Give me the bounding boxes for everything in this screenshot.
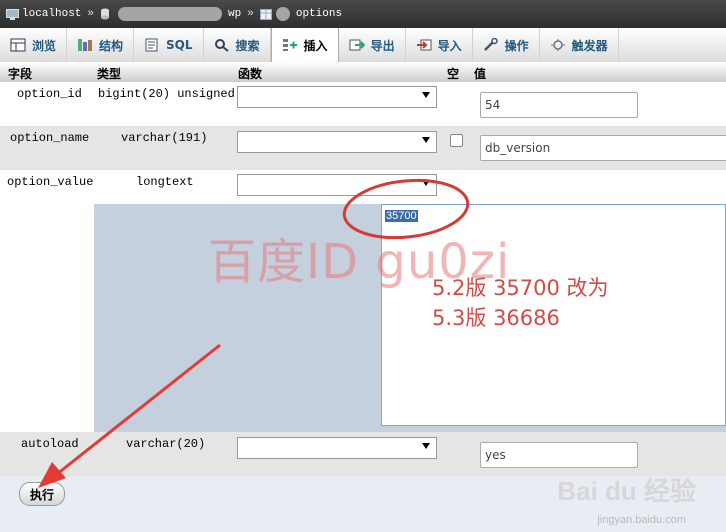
field-name: option_value	[7, 175, 94, 189]
column-function: 函数	[238, 67, 263, 81]
function-select[interactable]	[237, 174, 437, 196]
structure-icon	[78, 39, 93, 51]
tab-triggers[interactable]: 触发器	[540, 28, 619, 62]
function-select[interactable]	[237, 86, 437, 108]
import-icon	[416, 39, 432, 51]
tab-bar: 浏览 结构 SQL 搜索 插入 导出 导入 操作 触发器	[0, 28, 726, 63]
breadcrumb: localhost » wp » options	[0, 0, 726, 28]
breadcrumb-database[interactable]: wp	[228, 8, 241, 20]
table-row: option_name varchar(191) db_version	[0, 126, 726, 170]
value-input[interactable]: yes	[480, 442, 638, 468]
operations-icon	[483, 38, 498, 51]
tab-import[interactable]: 导入	[406, 28, 473, 62]
tab-search[interactable]: 搜索	[204, 28, 271, 62]
tab-sql[interactable]: SQL	[134, 28, 204, 62]
tab-insert[interactable]: 插入	[270, 28, 339, 62]
chevron-down-icon	[422, 180, 430, 186]
field-type: bigint(20) unsigned	[98, 87, 235, 101]
field-type: longtext	[136, 175, 194, 189]
null-checkbox[interactable]	[450, 134, 463, 147]
database-icon	[101, 8, 110, 20]
field-name: option_name	[10, 131, 90, 145]
table-row: option_id bigint(20) unsigned 54	[0, 82, 726, 126]
tab-operations[interactable]: 操作	[473, 28, 540, 62]
table-header: 字段 类型 函数 空 值	[0, 62, 726, 83]
column-type: 类型	[97, 67, 122, 81]
chevron-down-icon	[422, 92, 430, 98]
field-name: autoload	[21, 437, 79, 451]
field-name: option_id	[17, 87, 82, 101]
chevron-down-icon	[422, 137, 430, 143]
function-select[interactable]	[237, 131, 437, 153]
redacted-region	[118, 7, 223, 21]
server-icon	[6, 8, 19, 20]
field-type: varchar(20)	[126, 437, 206, 451]
selected-text: 35700	[385, 210, 418, 222]
tab-export[interactable]: 导出	[339, 28, 406, 62]
breadcrumb-server[interactable]: localhost	[22, 8, 81, 20]
value-input[interactable]: 54	[480, 92, 638, 118]
table-row: option_value longtext 35700	[0, 170, 726, 432]
column-null: 空	[447, 67, 460, 81]
field-type: varchar(191)	[121, 131, 208, 145]
breadcrumb-table[interactable]: options	[296, 8, 342, 20]
column-field: 字段	[8, 67, 33, 81]
column-value: 值	[474, 67, 487, 81]
redacted-region	[275, 7, 290, 21]
tab-structure[interactable]: 结构	[67, 28, 135, 62]
export-icon	[349, 39, 365, 51]
annotation-line-1: 5.2版 35700 改为	[432, 276, 609, 300]
go-button[interactable]: 执行	[19, 482, 65, 506]
search-icon	[214, 39, 229, 52]
value-input[interactable]: db_version	[480, 135, 726, 161]
baidu-url: jingyan.baidu.com	[597, 514, 686, 526]
insert-icon	[282, 39, 297, 51]
baidu-logo: Bai du 经验	[557, 476, 696, 506]
sql-icon	[145, 38, 158, 52]
table-icon	[259, 8, 272, 20]
function-select[interactable]	[237, 437, 437, 459]
browse-icon	[10, 38, 26, 52]
chevron-down-icon	[422, 443, 430, 449]
tab-browse[interactable]: 浏览	[0, 28, 68, 62]
table-row: autoload varchar(20) yes	[0, 432, 726, 476]
annotation-line-2: 5.3版 36686	[432, 306, 560, 330]
triggers-icon	[550, 39, 565, 51]
